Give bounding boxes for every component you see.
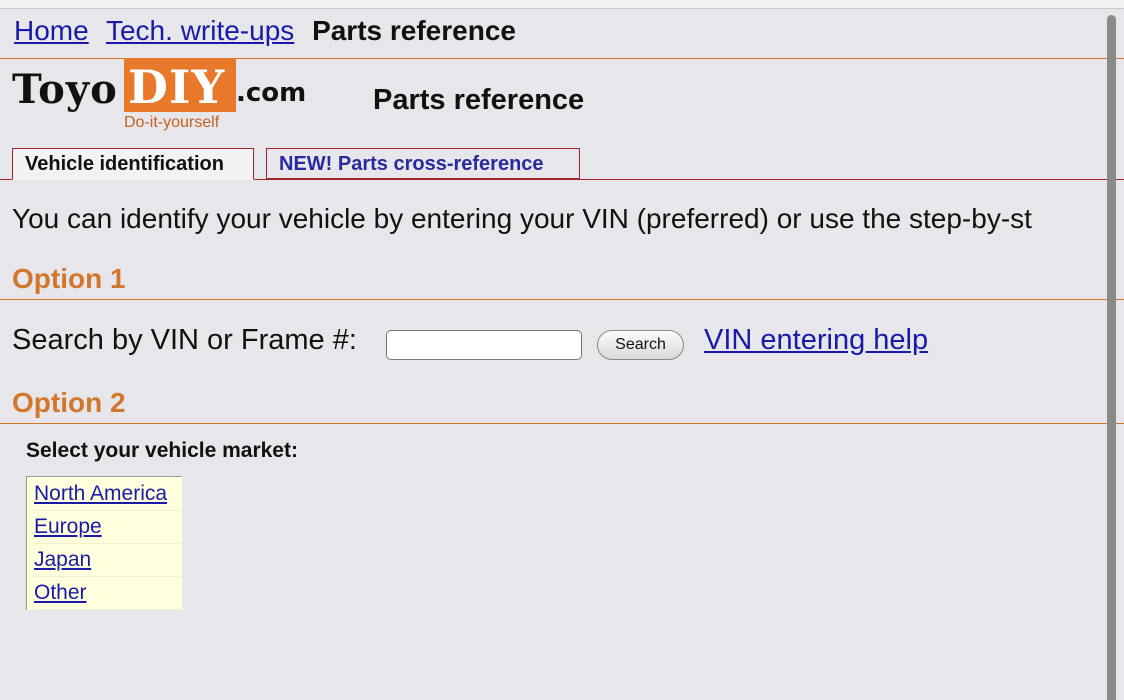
tab-parts-cross-reference[interactable]: NEW! Parts cross-reference — [266, 148, 580, 179]
breadcrumb-home-link[interactable]: Home — [14, 15, 89, 46]
vertical-scrollbar[interactable] — [1107, 15, 1116, 700]
tab-vehicle-identification[interactable]: Vehicle identification — [12, 148, 254, 180]
option-1-heading: Option 1 — [12, 263, 126, 294]
market-link-north-america[interactable]: North America — [34, 482, 167, 505]
window-top-edge — [0, 0, 1124, 9]
market-link-europe[interactable]: Europe — [34, 515, 102, 538]
list-item: North America — [34, 477, 184, 511]
breadcrumb: Home Tech. write-ups Parts reference — [14, 15, 516, 47]
intro-text: You can identify your vehicle by enterin… — [12, 203, 1032, 234]
market-link-other[interactable]: Other — [34, 581, 87, 604]
option-1-divider — [0, 299, 1124, 300]
search-button[interactable]: Search — [597, 330, 684, 360]
page: Home Tech. write-ups Parts reference Toy… — [0, 0, 1124, 700]
vin-entering-help-link[interactable]: VIN entering help — [704, 324, 928, 357]
market-select-label: Select your vehicle market: — [26, 439, 298, 462]
vin-search-input[interactable] — [386, 330, 582, 360]
list-item: Europe — [34, 510, 184, 544]
list-item: Other — [34, 576, 184, 610]
tab-bar: Vehicle identification NEW! Parts cross-… — [0, 148, 1124, 181]
option-2-heading: Option 2 — [12, 387, 126, 418]
market-list: North America Europe Japan Other — [26, 476, 184, 610]
breadcrumb-writeups-link[interactable]: Tech. write-ups — [106, 15, 294, 46]
breadcrumb-current: Parts reference — [312, 15, 516, 46]
logo-toyo-text: Toyo — [12, 66, 118, 113]
page-title: Parts reference — [373, 84, 585, 116]
market-link-japan[interactable]: Japan — [34, 548, 91, 571]
site-logo[interactable]: Toyo DIY .com Do-it-yourself — [12, 58, 312, 134]
vin-search-label: Search by VIN or Frame #: — [12, 324, 357, 356]
logo-tagline: Do-it-yourself — [124, 114, 220, 131]
list-item: Japan — [34, 543, 184, 577]
option-2-divider — [0, 423, 1124, 424]
logo-diy-text: DIY — [128, 60, 226, 114]
logo-dotcom-text: .com — [236, 78, 307, 108]
